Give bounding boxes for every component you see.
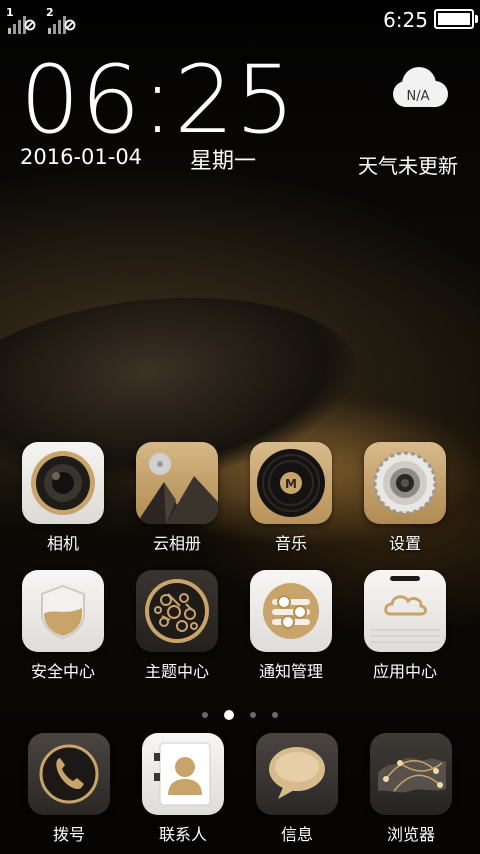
no-service-icon [24, 19, 36, 31]
app-camera[interactable]: 相机 [8, 442, 118, 554]
app-theme-center[interactable]: 主题中心 [122, 570, 232, 682]
lockscreen-clock[interactable]: 06:25 [20, 46, 296, 155]
app-label: 通知管理 [258, 662, 323, 681]
cloud-album-icon [136, 442, 218, 524]
sim1-signal-indicator: 1 [6, 6, 38, 34]
contacts-icon [142, 733, 224, 815]
battery-icon [434, 9, 474, 29]
app-label: 安全中心 [30, 662, 95, 681]
app-label: 浏览器 [386, 825, 435, 844]
dock-messages[interactable]: 信息 [242, 733, 352, 845]
browser-globe-icon [370, 733, 452, 815]
svg-text:M: M [285, 477, 297, 491]
app-center-icon [364, 570, 446, 652]
app-settings[interactable]: 设置 [350, 442, 460, 554]
app-notification-manager[interactable]: 通知管理 [236, 570, 346, 682]
page-dot-active[interactable] [224, 709, 234, 720]
battery-cap [475, 15, 478, 23]
app-label: 相机 [46, 534, 79, 553]
phone-icon [28, 733, 110, 815]
app-music[interactable]: M 音乐 [236, 442, 346, 554]
battery-level-fill [438, 13, 470, 25]
music-icon: M [250, 442, 332, 524]
app-label: 信息 [280, 825, 313, 844]
dock-contacts[interactable]: 联系人 [128, 733, 238, 845]
dock-browser[interactable]: 浏览器 [356, 733, 466, 845]
camera-icon [22, 442, 104, 524]
app-label: 主题中心 [144, 662, 209, 681]
app-label: 应用中心 [372, 662, 437, 681]
weekday-label: 星期一 [190, 149, 257, 174]
app-security-center[interactable]: 安全中心 [8, 570, 118, 682]
date-label: 2016-01-04 [20, 145, 143, 169]
app-app-center[interactable]: 应用中心 [350, 570, 460, 682]
page-indicator[interactable] [0, 704, 480, 720]
dock-phone[interactable]: 拨号 [14, 733, 124, 845]
app-label: 云相册 [152, 534, 201, 553]
page-dot[interactable] [250, 711, 256, 718]
sim2-signal-indicator: 2 [46, 6, 78, 34]
app-label: 设置 [388, 534, 421, 553]
theme-icon [136, 570, 218, 652]
app-label: 音乐 [274, 534, 307, 553]
settings-gear-icon [364, 442, 446, 524]
status-bar: 1 2 6:25 [0, 0, 480, 40]
status-time: 6:25 [383, 8, 428, 32]
page-dot[interactable] [202, 711, 208, 718]
app-label: 拨号 [52, 825, 85, 844]
weather-status[interactable]: 天气未更新 [358, 150, 458, 179]
weather-temperature: N/A [406, 89, 430, 104]
no-service-icon [64, 19, 76, 31]
app-label: 联系人 [158, 825, 207, 844]
message-icon [256, 733, 338, 815]
app-cloud-album[interactable]: 云相册 [122, 442, 232, 554]
page-dot[interactable] [272, 711, 278, 718]
notification-manager-icon [250, 570, 332, 652]
shield-icon [22, 570, 104, 652]
